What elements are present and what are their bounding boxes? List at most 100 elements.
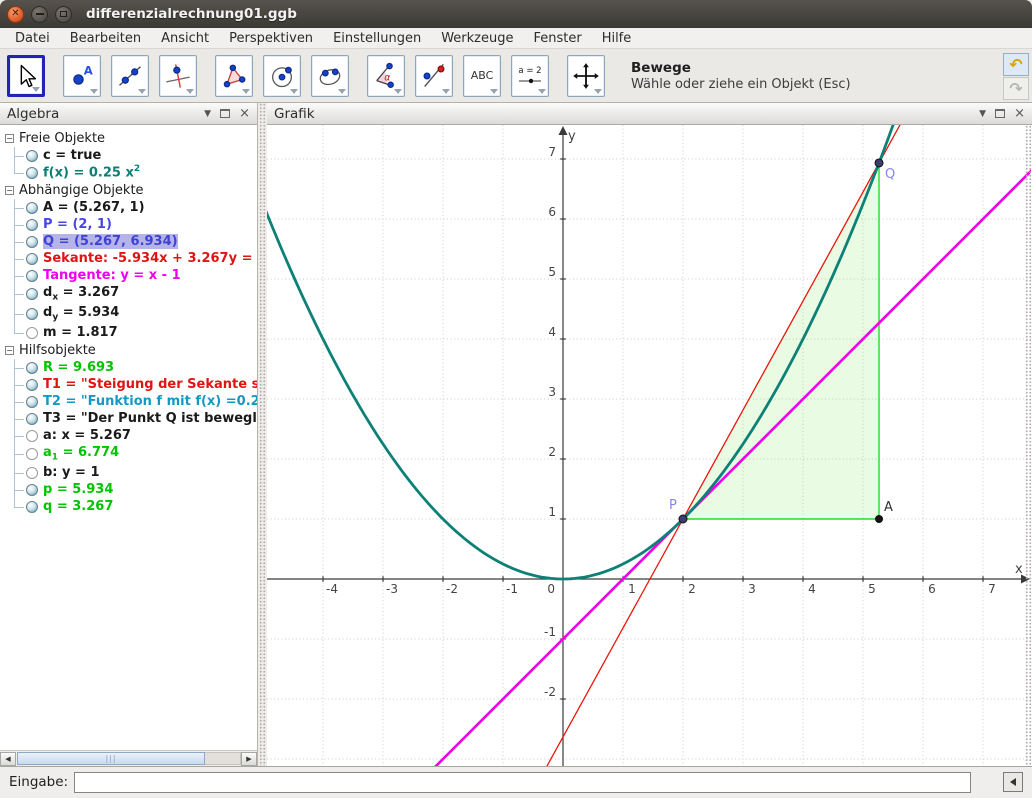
tool-perpendicular-button[interactable] <box>159 55 197 97</box>
visibility-marble-icon[interactable] <box>26 236 38 248</box>
algebra-item-p[interactable]: p = 5.934 <box>43 482 113 497</box>
tool-dropdown-icon[interactable] <box>138 89 146 94</box>
algebra-item-P[interactable]: P = (2, 1) <box>43 217 112 232</box>
visibility-marble-icon[interactable] <box>26 202 38 214</box>
visibility-marble-icon[interactable] <box>26 150 38 162</box>
tool-dropdown-icon[interactable] <box>594 89 602 94</box>
menu-item-bearbeiten[interactable]: Bearbeiten <box>60 31 151 46</box>
panel-detach-icon[interactable] <box>220 109 230 118</box>
scroll-right-icon[interactable]: ▶ <box>241 752 257 766</box>
tool-polygon-button[interactable] <box>215 55 253 97</box>
tool-dropdown-icon[interactable] <box>290 89 298 94</box>
panel-menu-icon[interactable]: ▼ <box>979 109 986 119</box>
scrollbar-track[interactable] <box>205 752 241 765</box>
visibility-marble-icon[interactable] <box>26 308 38 320</box>
algebra-item-c[interactable]: c = true <box>43 148 101 163</box>
scroll-left-icon[interactable]: ◀ <box>0 752 16 766</box>
minimize-window-icon[interactable] <box>31 6 48 23</box>
algebra-item-a1[interactable]: a1 = 6.774 <box>43 445 119 463</box>
tool-move-view-button[interactable] <box>567 55 605 97</box>
collapse-icon[interactable]: − <box>5 186 14 195</box>
tool-dropdown-icon[interactable] <box>442 89 450 94</box>
redo-button[interactable]: ↷ <box>1003 77 1029 100</box>
y-axis-arrow-icon <box>559 126 568 135</box>
tool-text-button[interactable]: ABC <box>463 55 501 97</box>
visibility-marble-icon[interactable] <box>26 253 38 265</box>
algebra-item-tangente[interactable]: Tangente: y = x - 1 <box>43 268 181 283</box>
collapse-icon[interactable]: − <box>5 346 14 355</box>
panel-close-icon[interactable]: × <box>1014 107 1025 120</box>
algebra-item-m[interactable]: m = 1.817 <box>43 325 118 340</box>
menu-item-werkzeuge[interactable]: Werkzeuge <box>431 31 523 46</box>
panel-menu-icon[interactable]: ▼ <box>204 109 211 119</box>
visibility-marble-icon[interactable] <box>26 167 38 179</box>
tool-angle-button[interactable]: α <box>367 55 405 97</box>
menu-item-datei[interactable]: Datei <box>5 31 60 46</box>
algebra-item-b[interactable]: b: y = 1 <box>43 465 100 480</box>
point-Q[interactable] <box>875 159 883 167</box>
algebra-item-dy[interactable]: dy = 5.934 <box>43 305 119 323</box>
visibility-marble-icon[interactable] <box>26 396 38 408</box>
panel-detach-icon[interactable] <box>995 109 1005 118</box>
input-help-button[interactable] <box>1003 772 1023 792</box>
visibility-marble-icon[interactable] <box>26 219 38 231</box>
visibility-marble-icon[interactable] <box>26 467 38 479</box>
visibility-marble-icon[interactable] <box>26 448 38 460</box>
tool-dropdown-icon[interactable] <box>242 89 250 94</box>
panel-splitter[interactable] <box>258 103 267 766</box>
undo-button[interactable]: ↶ <box>1003 53 1029 76</box>
point-P[interactable] <box>679 515 687 523</box>
visibility-marble-icon[interactable] <box>26 362 38 374</box>
tool-point-button[interactable]: A <box>63 55 101 97</box>
tool-ellipse-button[interactable] <box>311 55 349 97</box>
visibility-marble-icon[interactable] <box>26 327 38 339</box>
tool-dropdown-icon[interactable] <box>538 89 546 94</box>
scrollbar-thumb[interactable]: ||| <box>17 752 205 765</box>
algebra-item-T3[interactable]: T3 = "Der Punkt Q ist beweglich. <box>43 411 257 426</box>
close-window-icon[interactable]: ✕ <box>7 6 24 23</box>
graphics-view[interactable]: -4-3-2-112345677654321-1-20xyPQA <box>267 125 1032 766</box>
tool-dropdown-icon[interactable] <box>490 89 498 94</box>
algebra-item-f[interactable]: f(x) = 0.25 x2 <box>43 164 140 180</box>
point-A[interactable] <box>876 516 883 523</box>
algebra-item-q[interactable]: q = 3.267 <box>43 499 113 514</box>
maximize-window-icon[interactable] <box>55 6 72 23</box>
tool-dropdown-icon[interactable] <box>394 89 402 94</box>
tool-line-button[interactable] <box>111 55 149 97</box>
move-view-icon <box>572 62 600 90</box>
algebra-item-sekante[interactable]: Sekante: -5.934x + 3.267y = -8.601 <box>43 251 257 266</box>
graphics-panel-title: Grafik <box>274 106 315 122</box>
algebra-item-T1[interactable]: T1 = "Steigung der Sekante s: 1.817 <box>43 377 257 392</box>
tool-dropdown-icon[interactable] <box>90 89 98 94</box>
menu-item-perspektiven[interactable]: Perspektiven <box>219 31 323 46</box>
tool-dropdown-icon[interactable] <box>338 89 346 94</box>
resize-gutter[interactable] <box>1025 125 1032 766</box>
visibility-marble-icon[interactable] <box>26 270 38 282</box>
algebra-item-a[interactable]: a: x = 5.267 <box>43 428 131 443</box>
menu-item-hilfe[interactable]: Hilfe <box>592 31 642 46</box>
tool-circle-button[interactable] <box>263 55 301 97</box>
algebra-input[interactable] <box>74 772 971 793</box>
visibility-marble-icon[interactable] <box>26 379 38 391</box>
visibility-marble-icon[interactable] <box>26 484 38 496</box>
menu-item-einstellungen[interactable]: Einstellungen <box>323 31 431 46</box>
tool-slider-button[interactable]: a = 2 <box>511 55 549 97</box>
collapse-icon[interactable]: − <box>5 134 14 143</box>
tool-dropdown-icon[interactable] <box>186 89 194 94</box>
visibility-marble-icon[interactable] <box>26 430 38 442</box>
menu-item-fenster[interactable]: Fenster <box>523 31 591 46</box>
tool-reflect-button[interactable] <box>415 55 453 97</box>
menu-item-ansicht[interactable]: Ansicht <box>151 31 219 46</box>
algebra-item-A[interactable]: A = (5.267, 1) <box>43 200 145 215</box>
panel-close-icon[interactable]: × <box>239 107 250 120</box>
tool-move-button[interactable] <box>7 55 45 97</box>
algebra-item-T2[interactable]: T2 = "Funktion f mit f(x) =0.25x² <box>43 394 257 409</box>
algebra-item-dx[interactable]: dx = 3.267 <box>43 285 119 303</box>
visibility-marble-icon[interactable] <box>26 288 38 300</box>
visibility-marble-icon[interactable] <box>26 413 38 425</box>
tool-dropdown-icon[interactable] <box>32 87 40 92</box>
algebra-horizontal-scrollbar[interactable]: ◀ ||| ▶ <box>0 750 257 766</box>
algebra-item-R[interactable]: R = 9.693 <box>43 360 114 375</box>
visibility-marble-icon[interactable] <box>26 501 38 513</box>
algebra-item-Q[interactable]: Q = (5.267, 6.934) <box>43 234 178 249</box>
